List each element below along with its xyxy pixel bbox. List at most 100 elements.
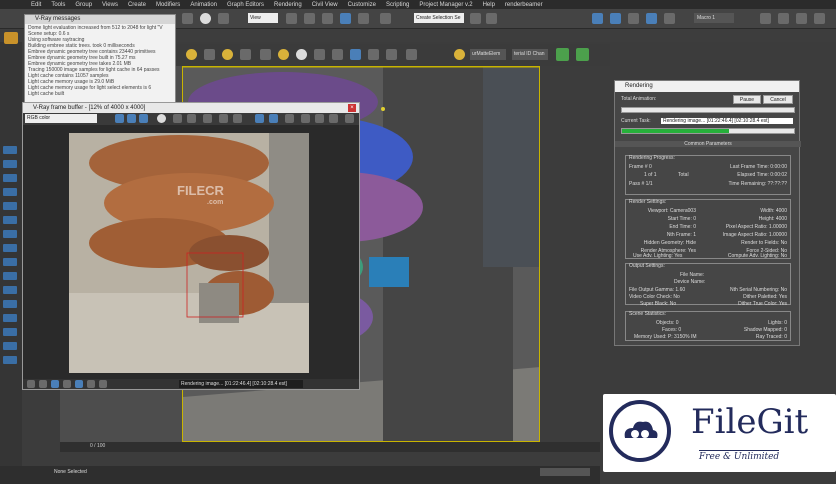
track-mouse-icon[interactable]	[219, 114, 228, 123]
status-icon[interactable]	[27, 380, 35, 388]
render-iterative-icon[interactable]	[814, 13, 825, 24]
red-channel-icon[interactable]	[115, 114, 124, 123]
material-editor-icon[interactable]	[664, 13, 675, 24]
chaos-scatter-icon[interactable]	[576, 48, 589, 61]
status-icon[interactable]	[75, 380, 83, 388]
pause-button[interactable]: Pause	[733, 95, 761, 104]
panel-tab-icon[interactable]	[3, 314, 17, 322]
panel-tab-icon[interactable]	[3, 230, 17, 238]
panel-tab-icon[interactable]	[3, 146, 17, 154]
green-channel-icon[interactable]	[127, 114, 136, 123]
menu-renderbeamer[interactable]: renderbeamer	[500, 2, 548, 8]
blue-channel-icon[interactable]	[139, 114, 148, 123]
render-production-icon[interactable]	[796, 13, 807, 24]
proxy-icon[interactable]	[260, 49, 271, 60]
menu-create[interactable]: Create	[123, 2, 151, 8]
menu-scripting[interactable]: Scripting	[381, 2, 414, 8]
status-icon[interactable]	[39, 380, 47, 388]
sun-icon[interactable]	[222, 49, 233, 60]
selection-set-dropdown[interactable]: Create Selection Se	[414, 13, 464, 23]
reference-coordinate-dropdown[interactable]: View	[248, 13, 278, 23]
panel-tab-icon[interactable]	[3, 216, 17, 224]
vray-messages-window[interactable]: V-Ray messages Dome light evaluation inc…	[24, 14, 176, 106]
sphere-icon[interactable]	[204, 49, 215, 60]
panel-tab-icon[interactable]	[3, 328, 17, 336]
status-icon[interactable]	[51, 380, 59, 388]
rotate-icon[interactable]	[200, 13, 211, 24]
status-icon[interactable]	[99, 380, 107, 388]
status-icon[interactable]	[63, 380, 71, 388]
scale-icon[interactable]	[218, 13, 229, 24]
menu-graph-editors[interactable]: Graph Editors	[222, 2, 269, 8]
curve-editor-icon[interactable]	[628, 13, 639, 24]
alpha-channel-icon[interactable]	[157, 114, 166, 123]
pivot-icon[interactable]	[286, 13, 297, 24]
edit-named-selection-icon[interactable]	[380, 13, 391, 24]
panel-tab-icon[interactable]	[3, 286, 17, 294]
angle-snap-icon[interactable]	[322, 13, 333, 24]
material-id-button[interactable]: terial ID Chan	[512, 49, 548, 60]
align-icon[interactable]	[486, 13, 497, 24]
grid-icon[interactable]	[240, 49, 251, 60]
save-image-icon[interactable]	[173, 114, 182, 123]
region-render-icon[interactable]	[233, 114, 242, 123]
cancel-button[interactable]: Cancel	[763, 95, 793, 104]
menu-civil-view[interactable]: Civil View	[307, 2, 343, 8]
color-correction-icon[interactable]	[329, 114, 338, 123]
menu-animation[interactable]: Animation	[185, 2, 222, 8]
load-image-icon[interactable]	[187, 114, 196, 123]
menu-group[interactable]: Group	[70, 2, 97, 8]
stamp-icon[interactable]	[345, 114, 354, 123]
menu-edit[interactable]: Edit	[26, 2, 46, 8]
bulb-icon[interactable]	[454, 49, 465, 60]
panel-tab-icon[interactable]	[3, 160, 17, 168]
menu-modifiers[interactable]: Modifiers	[151, 2, 185, 8]
object-props-icon[interactable]	[368, 49, 379, 60]
vray-frame-buffer-window[interactable]: V-Ray frame buffer - [12% of 4000 x 4000…	[22, 102, 360, 390]
scene-explorer-icon[interactable]	[610, 13, 621, 24]
dome-light-icon[interactable]	[296, 49, 307, 60]
render-setup-icon[interactable]	[760, 13, 771, 24]
menu-help[interactable]: Help	[478, 2, 500, 8]
layer-explorer-icon[interactable]	[592, 13, 603, 24]
panel-tab-icon[interactable]	[3, 342, 17, 350]
close-icon[interactable]: ×	[348, 104, 356, 112]
panel-tab-icon[interactable]	[3, 188, 17, 196]
panel-tab-icon[interactable]	[3, 356, 17, 364]
menu-project-manager[interactable]: Project Manager v.2	[414, 2, 477, 8]
light-icon[interactable]	[186, 49, 197, 60]
status-icon[interactable]	[87, 380, 95, 388]
stop-render-icon[interactable]	[285, 114, 294, 123]
mirror-icon[interactable]	[470, 13, 481, 24]
panel-tab-icon[interactable]	[3, 202, 17, 210]
render-elements-icon[interactable]	[406, 49, 417, 60]
ies-light-icon[interactable]	[278, 49, 289, 60]
app-logo-icon[interactable]	[4, 32, 18, 44]
plane-icon[interactable]	[332, 49, 343, 60]
menu-views[interactable]: Views	[97, 2, 123, 8]
render-preview[interactable]: FILECR .com	[69, 133, 309, 373]
multimatte-button[interactable]: urMatteElem	[470, 49, 506, 60]
fur-icon[interactable]	[314, 49, 325, 60]
panel-tab-icon[interactable]	[3, 272, 17, 280]
playback-controls[interactable]	[540, 468, 590, 476]
panel-tab-icon[interactable]	[3, 244, 17, 252]
history-icon[interactable]	[315, 114, 324, 123]
panel-tab-icon[interactable]	[3, 300, 17, 308]
schematic-view-icon[interactable]	[646, 13, 657, 24]
rendered-frame-window-icon[interactable]	[778, 13, 789, 24]
time-slider[interactable]: 0 / 100	[60, 442, 600, 452]
material-icon[interactable]	[386, 49, 397, 60]
panel-tab-icon[interactable]	[3, 174, 17, 182]
clear-image-icon[interactable]	[203, 114, 212, 123]
channel-select[interactable]: RGB color	[25, 114, 97, 123]
select-icon[interactable]	[182, 13, 193, 24]
menu-tools[interactable]: Tools	[46, 2, 70, 8]
chaos-cloud-icon[interactable]	[556, 48, 569, 61]
vfb-icon[interactable]	[350, 49, 361, 60]
menu-customize[interactable]: Customize	[343, 2, 381, 8]
spinner-snap-icon[interactable]	[358, 13, 369, 24]
snap-icon[interactable]	[304, 13, 315, 24]
lens-effects-icon[interactable]	[301, 114, 310, 123]
render-icon[interactable]	[269, 114, 278, 123]
